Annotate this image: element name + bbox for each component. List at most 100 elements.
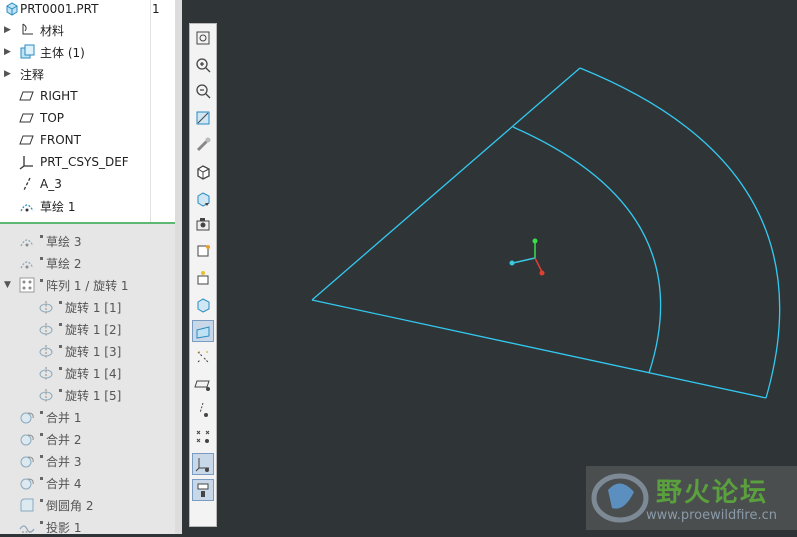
suppressed-marker-icon (40, 234, 43, 238)
annotation-display-icon[interactable] (192, 319, 214, 342)
suppressed-marker-icon (59, 388, 62, 392)
zoom-out-icon[interactable] (192, 80, 214, 102)
suppressed-tree-item[interactable]: 旋转 1 [5] (0, 385, 175, 405)
zoom-in-icon[interactable] (192, 54, 214, 76)
datum-axis-icon (19, 176, 35, 192)
sketch-view-icon[interactable] (192, 479, 214, 502)
suppressed-marker-icon (40, 498, 43, 502)
sash-divider[interactable] (175, 0, 182, 534)
tree-item[interactable]: ▶ 注释 (0, 64, 175, 84)
tree-item-label: 旋转 1 [3] (59, 343, 121, 360)
tree-item[interactable]: A_3 (0, 174, 175, 194)
tree-item[interactable]: TOP (0, 108, 175, 128)
tree-item-label: 注释 (20, 67, 45, 82)
part-icon (4, 1, 20, 17)
bottom-boundary (311, 299, 767, 399)
suppressed-tree-item[interactable]: 旋转 1 [3] (0, 341, 175, 361)
round-icon (19, 497, 35, 513)
suppressed-tree-item[interactable]: 合并 4 (0, 473, 175, 493)
suppressed-features-area: 草绘 3 草绘 2 ▼ 阵列 1 / 旋转 1 旋转 1 [1] 旋转 1 [2] 旋转 1… (0, 224, 175, 537)
tree-item[interactable]: RIGHT (0, 86, 175, 106)
collapse-arrow-icon[interactable]: ▼ (4, 280, 11, 290)
sketch-icon (19, 198, 35, 214)
tree-item-label: 合并 2 (40, 431, 81, 448)
display-style-icon[interactable] (192, 160, 214, 182)
repaint-icon[interactable] (192, 107, 214, 129)
csys-icon (19, 154, 35, 170)
appearance-icon[interactable] (192, 240, 214, 262)
tree-item-label: 旋转 1 [1] (59, 299, 121, 316)
tree-item-label: 合并 3 (40, 453, 81, 470)
plane-display-icon[interactable] (192, 346, 214, 368)
suppressed-marker-icon (40, 520, 43, 524)
merge-icon (19, 409, 35, 425)
tree-item-label: 旋转 1 [4] (59, 365, 121, 382)
tree-item-label: 主体 (1) (40, 45, 85, 60)
perspective-icon[interactable] (192, 133, 214, 155)
tree-item-label: 合并 1 (40, 409, 81, 426)
suppressed-marker-icon (40, 410, 43, 414)
revolve-icon (38, 387, 54, 403)
axis-display-icon[interactable] (192, 373, 214, 395)
outer-arc (579, 67, 781, 399)
suppressed-marker-icon (40, 278, 43, 282)
suppressed-tree-item[interactable]: 草绘 3 (0, 231, 175, 251)
suppressed-marker-icon (59, 344, 62, 348)
merge-icon (19, 475, 35, 491)
tree-item-label: TOP (40, 111, 65, 125)
suppressed-marker-icon (40, 476, 43, 480)
suppressed-tree-item[interactable]: ▼ 阵列 1 / 旋转 1 (0, 275, 175, 295)
tree-item[interactable]: 草绘 1 (0, 196, 175, 216)
suppressed-marker-icon (40, 454, 43, 458)
part-name: PRT0001.PRT (20, 2, 99, 16)
tree-header-row[interactable]: PRT0001.PRT 1 (0, 0, 175, 18)
body-icon (19, 44, 35, 60)
forum-logo-icon (591, 473, 649, 523)
revolve-icon (38, 365, 54, 381)
merge-icon (19, 431, 35, 447)
expand-arrow-icon[interactable]: ▶ (4, 69, 11, 79)
datum-plane-icon (19, 132, 35, 148)
tree-item[interactable]: PRT_CSYS_DEF (0, 152, 175, 172)
suppressed-tree-item[interactable]: 倒圆角 2 (0, 495, 175, 515)
pattern-icon (19, 277, 35, 293)
refit-icon[interactable] (192, 27, 214, 49)
model-tree: PRT0001.PRT 1 ▶ 材料 ▶ 主体 (1) ▶ 注释 RIGHT TOP FRONT… (0, 0, 175, 537)
suppressed-tree-item[interactable]: 旋转 1 [2] (0, 319, 175, 339)
tree-item-label: 草绘 1 (40, 199, 76, 214)
tree-item-label: 草绘 3 (40, 233, 81, 250)
suppressed-tree-item[interactable]: 合并 3 (0, 451, 175, 471)
view-toolbar (189, 23, 217, 527)
merge-icon (19, 453, 35, 469)
tree-item-label: 草绘 2 (40, 255, 81, 272)
spin-center-icon[interactable] (192, 293, 214, 315)
suppressed-marker-icon (59, 322, 62, 326)
expand-arrow-icon[interactable]: ▶ (4, 25, 11, 35)
tree-column-value: 1 (152, 2, 160, 16)
suppressed-tree-item[interactable]: 合并 1 (0, 407, 175, 427)
tree-item-label: 旋转 1 [2] (59, 321, 121, 338)
point-display-icon[interactable] (192, 399, 214, 421)
view-manager-icon[interactable] (192, 213, 214, 235)
tree-item-label: PRT_CSYS_DEF (40, 155, 129, 169)
csys-glyph (509, 238, 545, 276)
saved-views-icon[interactable] (192, 187, 214, 209)
suppressed-tree-item[interactable]: 投影 1 (0, 517, 175, 537)
tree-item[interactable]: FRONT (0, 130, 175, 150)
suppressed-tree-item[interactable]: 旋转 1 [1] (0, 297, 175, 317)
suppressed-tree-item[interactable]: 旋转 1 [4] (0, 363, 175, 383)
tree-item-label: 倒圆角 2 (40, 497, 93, 514)
section-icon[interactable] (192, 266, 214, 288)
tree-item[interactable]: ▶ 主体 (1) (0, 42, 175, 62)
suppressed-tree-item[interactable]: 合并 2 (0, 429, 175, 449)
suppressed-marker-icon (59, 300, 62, 304)
graphics-viewport[interactable] (182, 0, 797, 534)
suppressed-marker-icon (40, 256, 43, 260)
sketch-icon (19, 233, 35, 249)
filter-icon[interactable] (192, 452, 214, 475)
suppressed-tree-item[interactable]: 草绘 2 (0, 253, 175, 273)
csys-display-icon[interactable] (192, 426, 214, 448)
expand-arrow-icon[interactable]: ▶ (4, 47, 11, 57)
watermark-title: 野火论坛 (656, 478, 769, 508)
tree-item[interactable]: ▶ 材料 (0, 20, 175, 40)
